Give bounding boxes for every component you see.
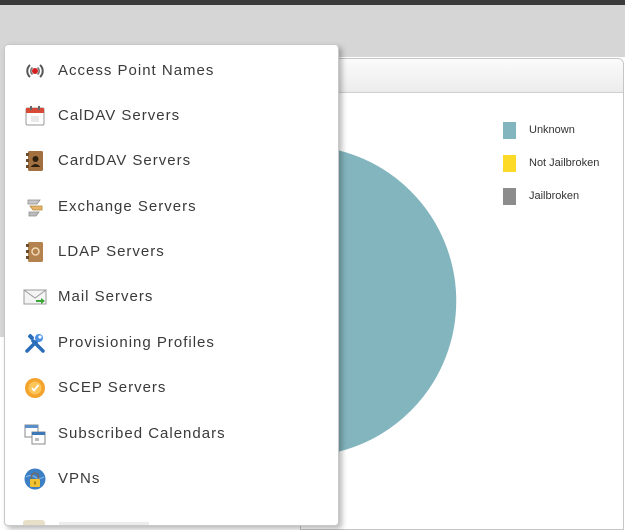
antenna-icon	[23, 59, 47, 83]
menu-item-label: Exchange Servers	[58, 198, 197, 215]
exchange-icon	[23, 195, 47, 219]
legend-swatch-unknown	[503, 122, 516, 139]
address-book-icon	[23, 149, 47, 173]
legend-label-jailbroken: Jailbroken	[529, 190, 580, 202]
menu-item-label: CardDAV Servers	[58, 152, 192, 169]
menu-item-carddav-servers[interactable]: CardDAV Servers	[5, 141, 338, 181]
payload-dropdown-menu: Access Point Names CalDAV Servers CardDA…	[4, 44, 339, 526]
legend-label-not-jailbroken: Not Jailbroken	[529, 157, 600, 169]
menu-item-label: CalDAV Servers	[58, 107, 181, 124]
certificate-seal-icon	[23, 376, 47, 400]
partial-item-icon	[23, 520, 45, 525]
menu-item-label: VPNs	[58, 470, 101, 487]
tools-icon	[23, 331, 47, 355]
subscribed-calendar-icon	[23, 422, 47, 446]
menu-item-label: SCEP Servers	[58, 379, 167, 396]
menu-item-label: Access Point Names	[58, 62, 215, 79]
menu-item-subscribed-calendars[interactable]: Subscribed Calendars	[5, 414, 338, 454]
menu-item-scep-servers[interactable]: SCEP Servers	[5, 368, 338, 408]
menu-item-label: Mail Servers	[58, 288, 154, 305]
legend-swatch-not-jailbroken	[503, 155, 516, 172]
menu-item-mail-servers[interactable]: Mail Servers	[5, 277, 338, 317]
menu-item-exchange-servers[interactable]: Exchange Servers	[5, 187, 338, 227]
calendar-icon	[23, 104, 47, 128]
menu-item-label: Provisioning Profiles	[58, 334, 215, 351]
partial-item-text	[59, 522, 149, 525]
legend-label-unknown: Unknown	[529, 124, 575, 136]
vpn-lock-icon	[23, 467, 47, 491]
chart-panel: Unknown Not Jailbroken Jailbroken	[300, 58, 624, 530]
menu-item-provisioning-profiles[interactable]: Provisioning Profiles	[5, 323, 338, 363]
menu-item-label: LDAP Servers	[58, 243, 165, 260]
menu-item-ldap-servers[interactable]: LDAP Servers	[5, 232, 338, 272]
directory-book-icon	[23, 240, 47, 264]
menu-item-access-point-names[interactable]: Access Point Names	[5, 51, 338, 91]
menu-item-partial-cutoff	[23, 513, 153, 525]
menu-item-caldav-servers[interactable]: CalDAV Servers	[5, 96, 338, 136]
menu-item-vpns[interactable]: VPNs	[5, 459, 338, 499]
menu-item-label: Subscribed Calendars	[58, 425, 226, 442]
envelope-icon	[23, 285, 47, 309]
legend-swatch-jailbroken	[503, 188, 516, 205]
